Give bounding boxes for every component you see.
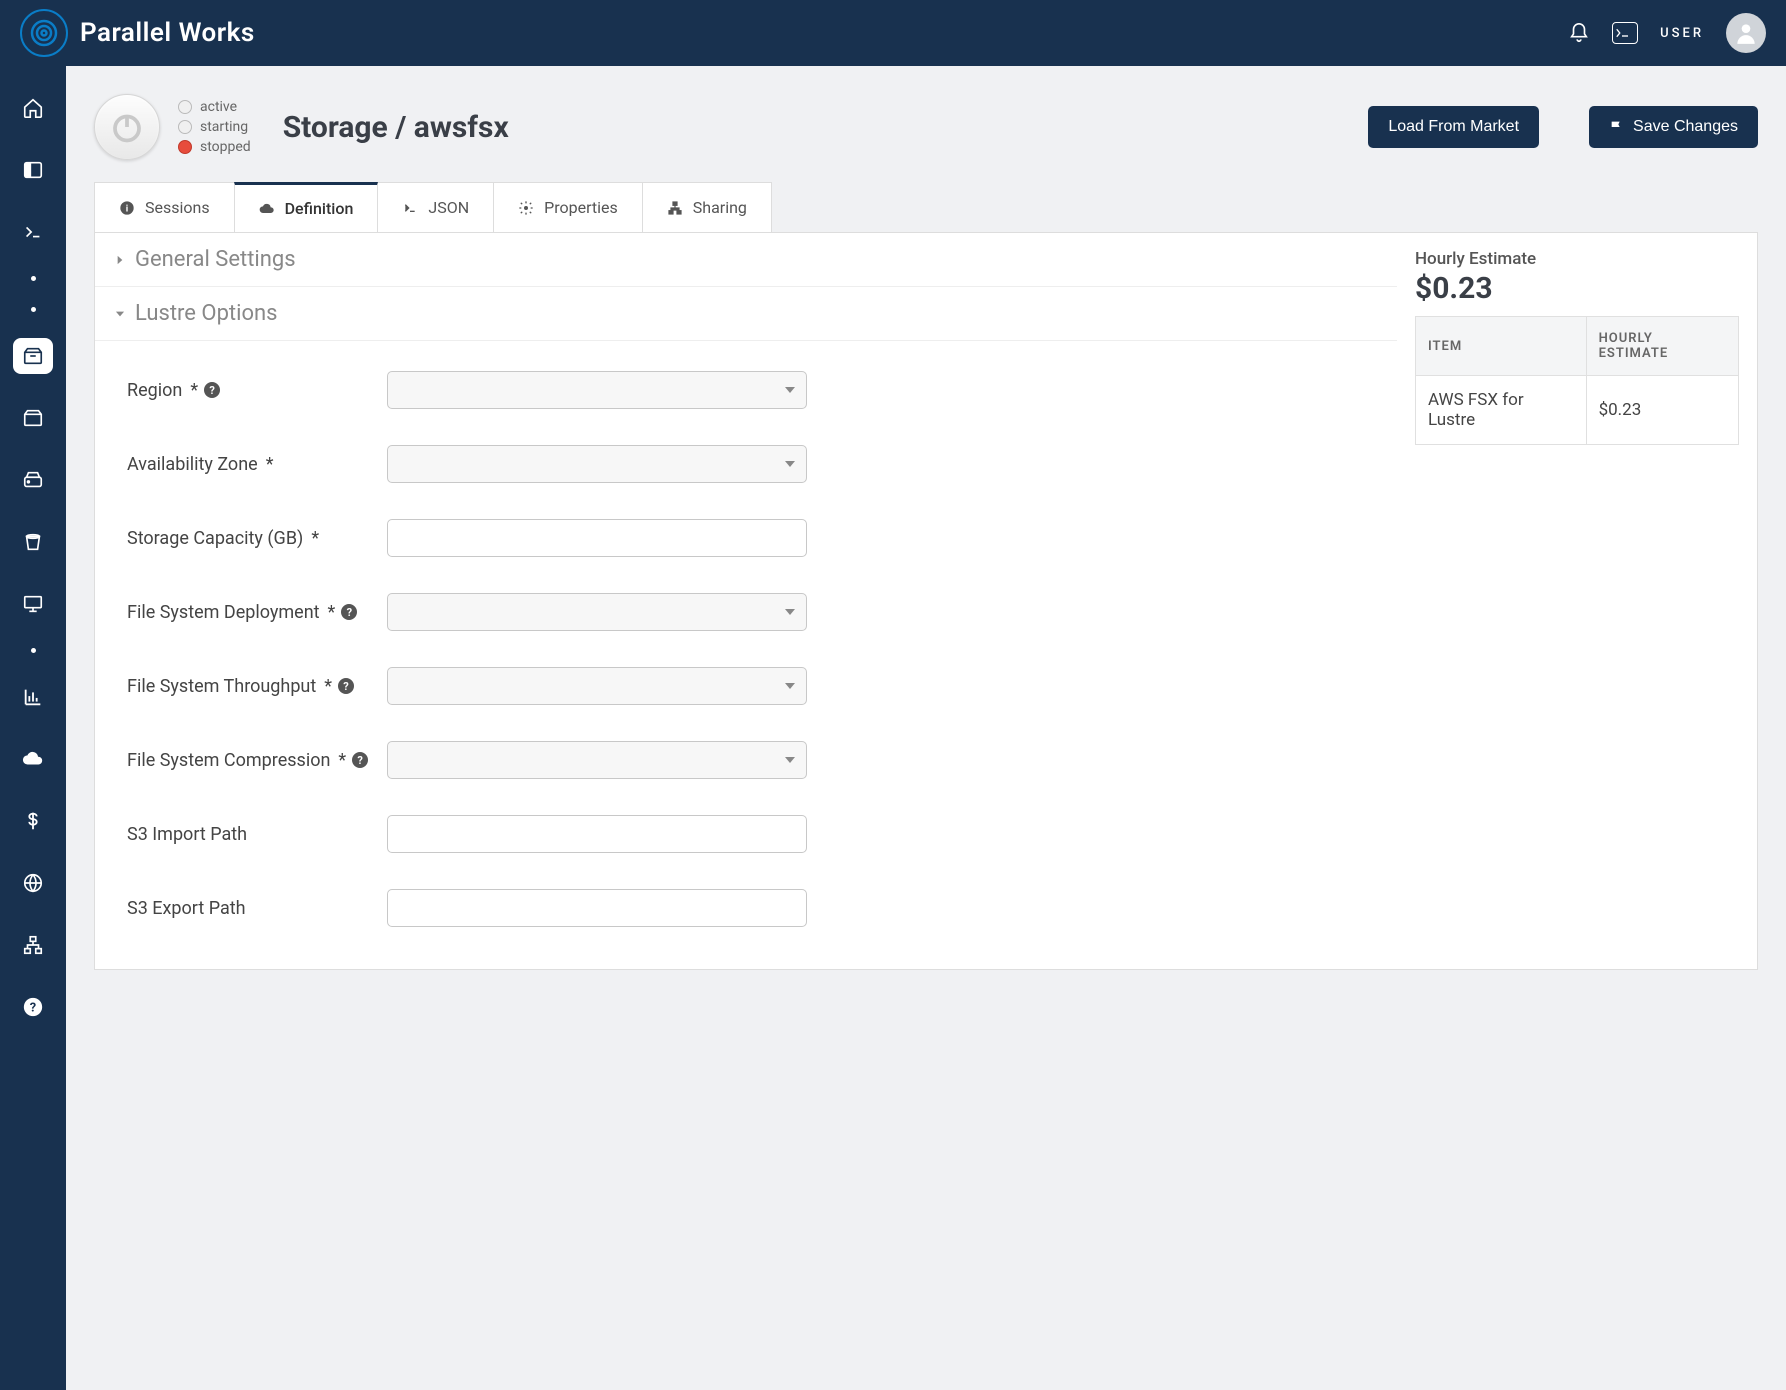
info-icon: i: [119, 200, 135, 216]
gear-icon: [518, 200, 534, 216]
load-from-market-button[interactable]: Load From Market: [1368, 106, 1539, 148]
help-icon[interactable]: ?: [338, 678, 354, 694]
save-changes-button[interactable]: Save Changes: [1589, 106, 1758, 148]
brand-text: Parallel Works: [80, 18, 255, 48]
deployment-select[interactable]: [387, 593, 807, 631]
sidebar-storage-active[interactable]: [13, 338, 53, 374]
sidebar-separator: [31, 307, 36, 312]
capacity-input[interactable]: [387, 519, 807, 557]
panel: General Settings Lustre Options Region* …: [94, 232, 1758, 970]
row-throughput: File System Throughput* ?: [127, 649, 1379, 723]
section-general-settings[interactable]: General Settings: [95, 233, 1397, 287]
prompt-icon: [402, 200, 418, 216]
sidebar-separator: [31, 276, 36, 281]
label-deployment: File System Deployment* ?: [127, 602, 387, 623]
status-legend: active starting stopped: [178, 99, 251, 155]
row-s3-import: S3 Import Path: [127, 797, 1379, 871]
estimate-label: Hourly Estimate: [1415, 249, 1739, 269]
sidebar-panel[interactable]: [13, 152, 53, 188]
throughput-select[interactable]: [387, 667, 807, 705]
topbar: Parallel Works USER: [0, 0, 1786, 66]
avatar[interactable]: [1726, 13, 1766, 53]
estimate-panel: Hourly Estimate $0.23 ITEM HOURLY ESTIMA…: [1397, 233, 1757, 969]
label-throughput: File System Throughput* ?: [127, 676, 387, 697]
status-stopped: stopped: [178, 139, 251, 155]
main-content: active starting stopped Storage / awsfsx…: [66, 66, 1786, 1390]
status-active: active: [178, 99, 251, 115]
col-item: ITEM: [1416, 317, 1587, 376]
page-header: active starting stopped Storage / awsfsx…: [94, 94, 1758, 160]
s3-export-input[interactable]: [387, 889, 807, 927]
tab-definition[interactable]: Definition: [234, 182, 379, 232]
sidebar-terminal[interactable]: [13, 214, 53, 250]
row-region: Region* ?: [127, 353, 1379, 427]
help-icon[interactable]: ?: [352, 752, 368, 768]
row-deployment: File System Deployment* ?: [127, 575, 1379, 649]
tab-properties[interactable]: Properties: [493, 182, 643, 232]
row-capacity: Storage Capacity (GB)*: [127, 501, 1379, 575]
bell-icon[interactable]: [1568, 22, 1590, 44]
row-compression: File System Compression* ?: [127, 723, 1379, 797]
estimate-value: $0.23: [1415, 271, 1739, 306]
sidebar-cloud[interactable]: [13, 741, 53, 777]
label-s3-import: S3 Import Path: [127, 824, 387, 845]
sidebar-disk[interactable]: [13, 462, 53, 498]
chevron-down-icon: [113, 307, 127, 321]
estimate-table: ITEM HOURLY ESTIMATE AWS FSX for Lustre …: [1415, 316, 1739, 445]
svg-text:i: i: [126, 203, 128, 214]
sidebar-billing[interactable]: [13, 803, 53, 839]
sidebar: ?: [0, 66, 66, 1390]
label-az: Availability Zone*: [127, 454, 387, 475]
form-area: General Settings Lustre Options Region* …: [95, 233, 1397, 969]
page-title: Storage / awsfsx: [283, 110, 509, 145]
tab-json[interactable]: JSON: [377, 182, 494, 232]
s3-import-input[interactable]: [387, 815, 807, 853]
share-icon: [667, 200, 683, 216]
terminal-icon[interactable]: [1612, 22, 1638, 44]
sidebar-inbox[interactable]: [13, 400, 53, 436]
tab-sharing[interactable]: Sharing: [642, 182, 772, 232]
section-lustre-options[interactable]: Lustre Options: [95, 287, 1397, 341]
compression-select[interactable]: [387, 741, 807, 779]
chevron-right-icon: [113, 253, 127, 267]
svg-text:?: ?: [30, 1001, 36, 1016]
label-s3-export: S3 Export Path: [127, 898, 387, 919]
sidebar-home[interactable]: [13, 90, 53, 126]
cloud-icon: [259, 201, 275, 217]
table-row: AWS FSX for Lustre $0.23: [1416, 376, 1739, 445]
status-starting: starting: [178, 119, 251, 135]
row-az: Availability Zone*: [127, 427, 1379, 501]
sidebar-help[interactable]: ?: [13, 989, 53, 1025]
help-icon[interactable]: ?: [204, 382, 220, 398]
label-capacity: Storage Capacity (GB)*: [127, 528, 387, 549]
logo[interactable]: Parallel Works: [20, 9, 255, 57]
label-region: Region* ?: [127, 380, 387, 401]
tab-sessions[interactable]: i Sessions: [94, 182, 235, 232]
row-s3-export: S3 Export Path: [127, 871, 1379, 945]
sidebar-globe[interactable]: [13, 865, 53, 901]
flag-icon: [1609, 119, 1625, 135]
tabs: i Sessions Definition JSON Properties Sh…: [94, 182, 1758, 232]
sidebar-bucket[interactable]: [13, 524, 53, 560]
label-compression: File System Compression* ?: [127, 750, 387, 771]
help-icon[interactable]: ?: [341, 604, 357, 620]
user-label[interactable]: USER: [1660, 26, 1704, 41]
sidebar-monitor[interactable]: [13, 586, 53, 622]
logo-icon: [20, 9, 68, 57]
topbar-right: USER: [1568, 13, 1766, 53]
region-select[interactable]: [387, 371, 807, 409]
power-button[interactable]: [94, 94, 160, 160]
col-hourly: HOURLY ESTIMATE: [1586, 317, 1738, 376]
az-select[interactable]: [387, 445, 807, 483]
sidebar-separator: [31, 648, 36, 653]
sidebar-chart[interactable]: [13, 679, 53, 715]
sidebar-network[interactable]: [13, 927, 53, 963]
